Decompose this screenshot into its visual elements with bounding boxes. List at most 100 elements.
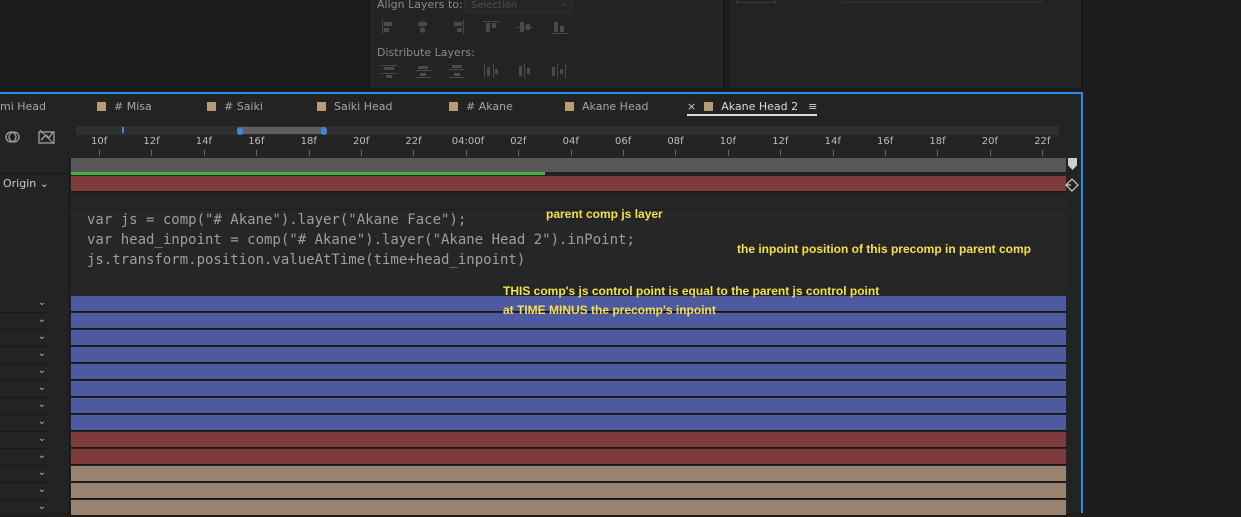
right-panel-field-wide[interactable] bbox=[842, 0, 1042, 3]
ruler-tick bbox=[413, 150, 415, 156]
divider bbox=[0, 465, 48, 466]
ruler-tick bbox=[99, 150, 100, 156]
layer-switch-dropdown[interactable]: ⌄ bbox=[0, 450, 48, 466]
divider bbox=[0, 380, 48, 381]
layer-bar[interactable] bbox=[71, 176, 1066, 192]
right-panel bbox=[729, 0, 1083, 88]
layer-bar[interactable] bbox=[71, 381, 1066, 397]
layer-switch-dropdown[interactable]: ⌄ bbox=[0, 433, 48, 449]
navigator-start-handle[interactable] bbox=[237, 126, 243, 135]
distribute-vertical-center-icon[interactable] bbox=[415, 64, 431, 78]
ruler-tick-label: 08f bbox=[667, 136, 684, 147]
expression-line-2: var head_inpoint = comp("# Akane").layer… bbox=[87, 232, 635, 248]
annotation-explanation-line1: THIS comp's js control point is equal to… bbox=[503, 284, 880, 298]
layer-switch-dropdown[interactable]: ⌄ bbox=[0, 297, 48, 313]
layer-bar[interactable] bbox=[71, 398, 1066, 414]
tab-misa[interactable]: # Misa bbox=[97, 100, 152, 116]
chevron-down-icon: ⌄ bbox=[37, 382, 46, 393]
divider bbox=[0, 363, 48, 364]
keyframe-nav-icon[interactable] bbox=[1065, 177, 1079, 192]
close-icon[interactable]: × bbox=[687, 100, 696, 113]
layer-switch-dropdown[interactable]: ⌄ bbox=[0, 467, 48, 483]
layer-switch-dropdown[interactable]: ⌄ bbox=[0, 331, 48, 347]
align-vertical-center-icon[interactable] bbox=[517, 20, 533, 34]
ruler-tick-label: 16f bbox=[877, 136, 894, 147]
motion-blur-icon[interactable] bbox=[5, 130, 21, 148]
ruler-tick-label: 22f bbox=[405, 136, 422, 147]
chevron-down-icon: ⌄ bbox=[37, 484, 46, 495]
layer-bar[interactable] bbox=[71, 330, 1066, 346]
navigator-selection[interactable] bbox=[240, 127, 324, 134]
layer-bar[interactable] bbox=[71, 466, 1066, 482]
chevron-down-icon: ⌄ bbox=[37, 297, 46, 308]
align-target-select[interactable]: Selection ⌄ bbox=[464, 0, 572, 13]
align-left-icon[interactable] bbox=[381, 20, 397, 34]
time-navigator[interactable] bbox=[76, 126, 1059, 135]
distribute-right-icon[interactable] bbox=[551, 64, 567, 78]
distribute-top-icon[interactable] bbox=[381, 64, 397, 78]
tab-akane-head-2[interactable]: × Akane Head 2 ≡ bbox=[687, 100, 818, 116]
chevron-down-icon: ⌄ bbox=[559, 0, 567, 9]
layer-switch-dropdown[interactable]: ⌄ bbox=[0, 416, 48, 432]
distribute-bottom-icon[interactable] bbox=[449, 64, 465, 78]
ruler-tick-label: 10f bbox=[719, 136, 737, 147]
comp-color-swatch bbox=[704, 102, 714, 111]
ruler-tick bbox=[151, 150, 153, 156]
annotation-inpoint: the inpoint position of this precomp in … bbox=[737, 242, 1031, 256]
expression-line-3: js.transform.position.valueAtTime(time+h… bbox=[87, 252, 526, 268]
ruler-tick bbox=[780, 150, 782, 156]
divider bbox=[0, 414, 48, 415]
annotation-parent-layer: parent comp js layer bbox=[546, 207, 663, 221]
align-bottom-icon[interactable] bbox=[551, 20, 567, 34]
layer-bar[interactable] bbox=[71, 347, 1066, 363]
tab-akane-head[interactable]: Akane Head bbox=[565, 100, 648, 116]
panel-menu-icon[interactable]: ≡ bbox=[808, 100, 817, 114]
layer-switch-dropdown[interactable]: ⌄ bbox=[0, 484, 48, 500]
chevron-down-icon: ⌄ bbox=[37, 331, 46, 342]
align-top-icon[interactable] bbox=[483, 20, 499, 34]
ruler-tick bbox=[885, 150, 886, 156]
ruler-tick-label: 16f bbox=[248, 136, 265, 147]
tab-saiki[interactable]: # Saiki bbox=[207, 100, 263, 116]
layer-bar[interactable] bbox=[71, 415, 1066, 431]
layer-bar[interactable] bbox=[71, 449, 1066, 465]
work-area-bar[interactable] bbox=[71, 158, 1066, 172]
property-label-origin[interactable]: Origin ⌄ bbox=[3, 177, 49, 190]
graph-editor-icon[interactable] bbox=[38, 129, 56, 149]
ruler-tick bbox=[465, 150, 467, 156]
ruler-tick-label: 14f bbox=[824, 136, 841, 147]
tab-saiki-head[interactable]: Saiki Head bbox=[317, 100, 392, 116]
chevron-down-icon: ⌄ bbox=[37, 467, 46, 478]
layer-bar[interactable] bbox=[71, 483, 1066, 499]
ruler-tick-label: 18f bbox=[929, 136, 946, 147]
ruler-tick-label: 14f bbox=[195, 136, 213, 147]
tab-akane[interactable]: # Akane bbox=[449, 100, 513, 116]
layer-switch-dropdown[interactable]: ⌄ bbox=[0, 314, 48, 330]
ruler-tick bbox=[256, 150, 258, 156]
ruler-tick bbox=[675, 150, 677, 156]
right-panel-field[interactable] bbox=[736, 0, 776, 3]
ruler-tick-label: 12f bbox=[772, 136, 789, 147]
tab-mi-head[interactable]: mi Head bbox=[0, 100, 46, 116]
layer-bar[interactable] bbox=[71, 500, 1066, 516]
annotation-explanation-line2: at TIME MINUS the precomp's inpoint bbox=[503, 303, 716, 317]
align-horizontal-center-icon[interactable] bbox=[415, 20, 431, 34]
layer-bar[interactable] bbox=[71, 432, 1066, 448]
distribute-left-icon[interactable] bbox=[483, 64, 499, 78]
layer-bar[interactable] bbox=[71, 364, 1066, 380]
divider bbox=[0, 346, 48, 347]
ruler-tick bbox=[203, 150, 205, 156]
layer-switch-dropdown[interactable]: ⌄ bbox=[0, 501, 48, 517]
comp-color-swatch bbox=[449, 102, 458, 111]
ruler-tick bbox=[361, 150, 362, 156]
align-right-icon[interactable] bbox=[449, 20, 465, 34]
layer-switch-dropdown[interactable]: ⌄ bbox=[0, 399, 48, 415]
ruler-tick bbox=[518, 150, 520, 156]
distribute-horizontal-center-icon[interactable] bbox=[517, 64, 533, 78]
layer-switch-dropdown[interactable]: ⌄ bbox=[0, 365, 48, 381]
chevron-down-icon: ⌄ bbox=[37, 416, 46, 427]
comp-color-swatch bbox=[565, 102, 574, 111]
layer-switch-dropdown[interactable]: ⌄ bbox=[0, 382, 48, 398]
navigator-end-handle[interactable] bbox=[321, 126, 327, 135]
layer-switch-dropdown[interactable]: ⌄ bbox=[0, 348, 48, 364]
